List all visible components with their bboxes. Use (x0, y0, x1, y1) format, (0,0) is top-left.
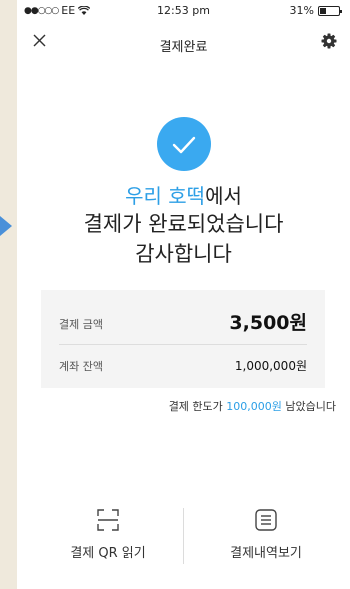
success-check-icon (157, 117, 211, 171)
success-message-line3: 감사합니다 (135, 242, 232, 266)
limit-prefix: 결제 한도가 (168, 400, 227, 413)
side-arrow (0, 216, 12, 236)
balance-value: 1,000,000원 (234, 359, 307, 373)
navigation-bar: 결제완료 (17, 26, 350, 56)
scan-qr-label: 결제 QR 읽기 (70, 546, 146, 561)
gear-icon (321, 33, 337, 49)
status-right: 31% (289, 4, 342, 17)
payment-amount-value: 3,500원 (229, 312, 307, 334)
limit-notice: 결제 한도가 100,000원 남았습니다 (169, 398, 336, 414)
payment-history-button[interactable]: 결제내역보기 (191, 506, 341, 566)
actions-divider (183, 508, 184, 564)
settings-button[interactable] (318, 30, 340, 52)
limit-suffix: 남았습니다 (281, 400, 336, 413)
battery-percent: 31% (289, 4, 314, 17)
store-suffix: 에서 (205, 184, 242, 208)
success-message-line1: 우리 호떡에서 (17, 180, 350, 209)
store-name: 우리 호떡 (125, 184, 206, 208)
scan-qr-button[interactable]: 결제 QR 읽기 (33, 506, 183, 566)
payment-amount-label: 결제 금액 (59, 318, 103, 331)
success-message-line2: 결제가 완료되었습니다 (83, 212, 284, 236)
payment-history-label: 결제내역보기 (230, 546, 302, 561)
limit-amount: 100,000원 (226, 400, 282, 413)
receipt-list-icon (255, 509, 277, 531)
battery-icon (318, 5, 342, 16)
phone-screen: ●●○○○ EE 12:53 pm 31% 결제완료 우리 호떡에서 결제가 완… (17, 0, 350, 589)
status-bar: ●●○○○ EE 12:53 pm 31% (17, 0, 350, 22)
balance-label: 계좌 잔액 (59, 360, 103, 373)
page-title: 결제완료 (159, 40, 208, 55)
summary-divider (59, 344, 307, 345)
qr-scan-icon (97, 509, 119, 531)
payment-summary: 결제 금액 3,500원 계좌 잔액 1,000,000원 (41, 290, 325, 388)
